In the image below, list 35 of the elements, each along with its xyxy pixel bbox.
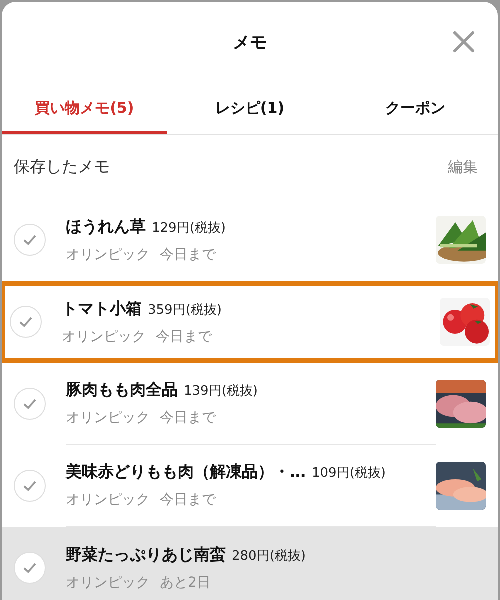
- deadline: 今日まで: [160, 491, 216, 510]
- window-title: メモ: [233, 32, 267, 56]
- deadline: 今日まで: [160, 246, 216, 264]
- item-name: ほうれん草: [66, 216, 146, 238]
- memo-row[interactable]: 野菜たっぷりあじ南蛮 280円(税抜) オリンピック あと2日: [2, 527, 498, 600]
- item-price: 109円(税抜): [312, 465, 386, 483]
- edit-button[interactable]: 編集: [448, 156, 478, 178]
- check-icon[interactable]: [14, 470, 46, 502]
- check-icon[interactable]: [10, 306, 42, 338]
- item-price: 280円(税抜): [232, 548, 306, 566]
- item-name: 野菜たっぷりあじ南蛮: [66, 544, 226, 566]
- tab[interactable]: レシピ(1): [167, 86, 333, 134]
- store-name: オリンピック: [66, 491, 150, 510]
- section-title: 保存したメモ: [14, 156, 110, 178]
- store-name: オリンピック: [66, 246, 150, 264]
- check-icon[interactable]: [14, 224, 46, 256]
- deadline: あと2日: [160, 574, 211, 592]
- tab[interactable]: 買い物メモ(5): [2, 86, 168, 134]
- item-price: 129円(税抜): [152, 220, 226, 238]
- tab[interactable]: クーポン: [332, 86, 498, 134]
- check-icon[interactable]: [14, 552, 46, 584]
- close-icon: [452, 30, 476, 54]
- memo-row[interactable]: トマト小箱 359円(税抜) オリンピック 今日まで: [2, 281, 498, 363]
- check-icon[interactable]: [14, 388, 46, 420]
- item-price: 139円(税抜): [184, 383, 258, 401]
- item-name: 美味赤どりもも肉（解凍品）・…: [66, 461, 306, 483]
- item-price: 359円(税抜): [148, 302, 222, 320]
- close-button[interactable]: [452, 30, 476, 54]
- store-name: オリンピック: [66, 574, 150, 592]
- store-name: オリンピック: [66, 409, 150, 428]
- deadline: 今日まで: [160, 409, 216, 428]
- deadline: 今日まで: [156, 328, 212, 346]
- store-name: オリンピック: [62, 328, 146, 346]
- item-name: トマト小箱: [62, 298, 142, 320]
- item-name: 豚肉もも肉全品: [66, 379, 178, 401]
